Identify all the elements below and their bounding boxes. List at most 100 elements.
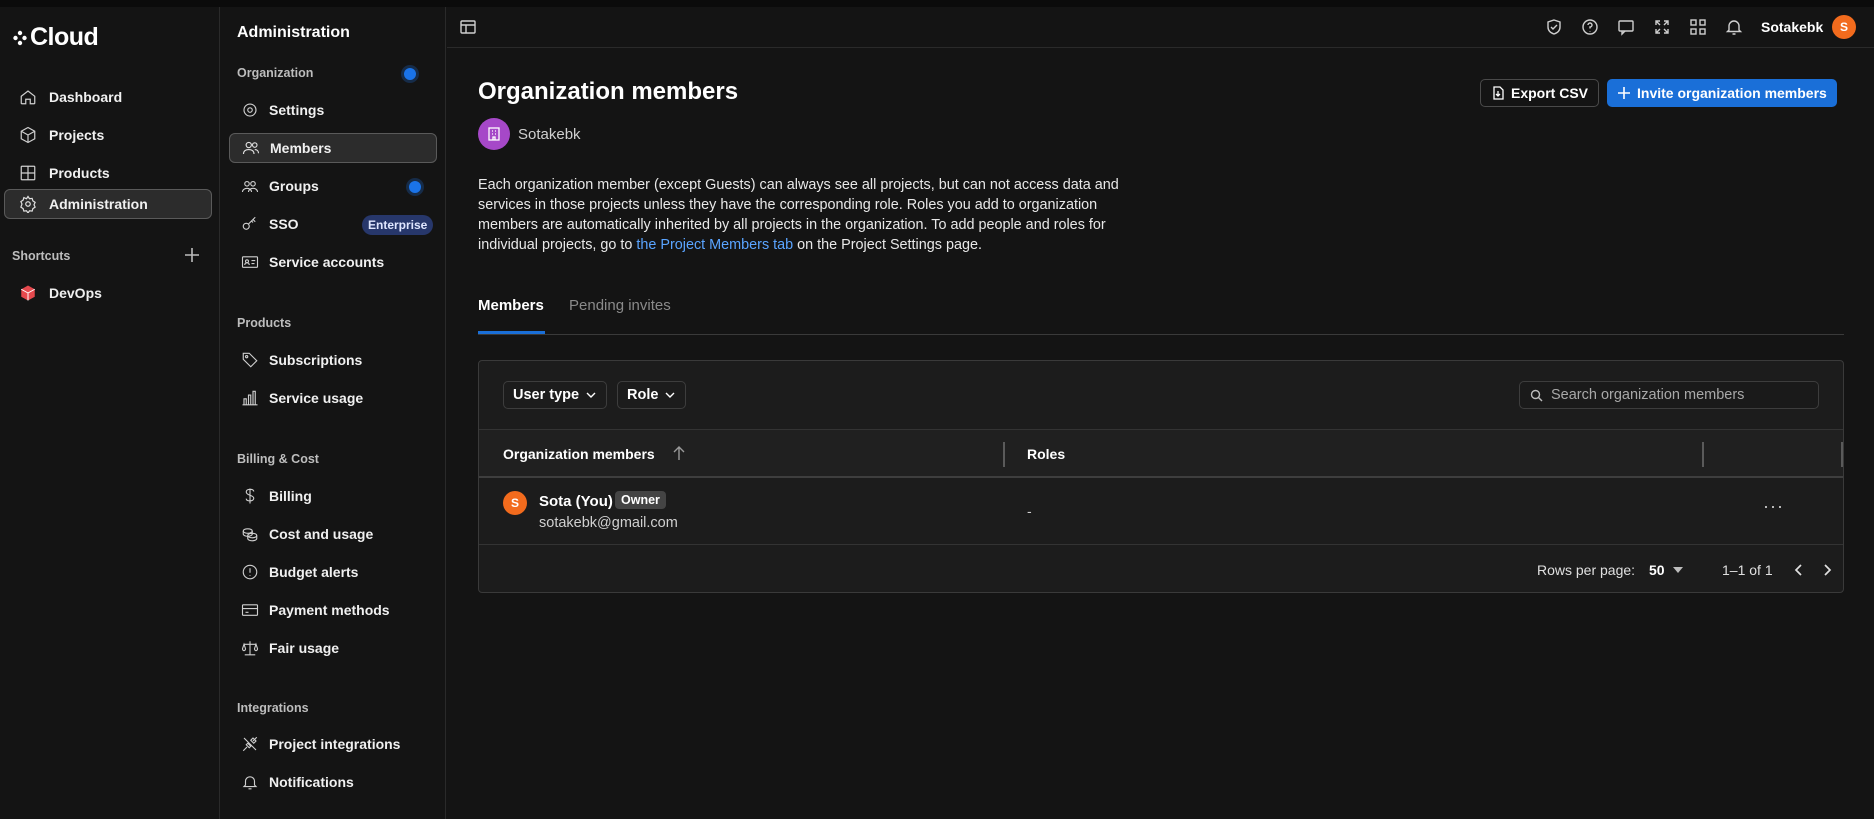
tab-pending-invites[interactable]: Pending invites	[569, 297, 671, 314]
page-description: Each organization member (except Guests)…	[478, 175, 1158, 255]
active-tab-indicator	[478, 331, 545, 334]
apps-grid-icon[interactable]	[1689, 18, 1707, 36]
home-icon	[20, 90, 36, 105]
admin-item-groups[interactable]: Groups	[229, 171, 437, 201]
more-actions-icon[interactable]: ···	[1763, 496, 1784, 517]
gear-icon	[20, 195, 36, 213]
admin-item-sso[interactable]: SSO Enterprise	[229, 209, 437, 239]
logo-text: Cloud	[30, 23, 99, 51]
enterprise-badge: Enterprise	[362, 215, 434, 235]
admin-item-project-integrations[interactable]: Project integrations	[229, 729, 437, 759]
admin-item-label: Project integrations	[269, 736, 401, 752]
help-icon[interactable]	[1581, 18, 1599, 36]
nav-item-projects[interactable]: Projects	[5, 120, 212, 150]
member-tabs: Members Pending invites	[478, 287, 1844, 335]
admin-item-members[interactable]: Members	[229, 133, 437, 163]
rows-per-page-label: Rows per page:	[1537, 562, 1636, 578]
description-text-2: on the Project Settings page.	[793, 237, 982, 253]
table-header: Organization members Roles	[479, 429, 1843, 478]
nav-item-administration[interactable]: Administration	[4, 189, 212, 219]
cloud-logo[interactable]: Cloud	[12, 23, 99, 52]
admin-item-settings[interactable]: Settings	[229, 95, 437, 125]
admin-title: Administration	[237, 24, 350, 41]
column-resizer[interactable]	[1841, 442, 1843, 467]
admin-item-subscriptions[interactable]: Subscriptions	[229, 345, 437, 375]
member-avatar: S	[503, 491, 527, 515]
sort-ascending-icon[interactable]	[672, 445, 686, 461]
member-search[interactable]	[1519, 381, 1819, 409]
section-integrations: Integrations	[237, 701, 309, 715]
column-header-members[interactable]: Organization members	[503, 446, 655, 462]
add-shortcut-icon[interactable]	[182, 245, 202, 265]
admin-item-service-usage[interactable]: Service usage	[229, 383, 437, 413]
coins-icon	[242, 528, 258, 542]
section-products: Products	[237, 316, 292, 330]
admin-item-label: Subscriptions	[269, 352, 363, 368]
export-csv-button[interactable]: Export CSV	[1480, 79, 1600, 107]
nav-item-label: Products	[49, 165, 110, 181]
bell-icon[interactable]	[1725, 18, 1743, 36]
nav-item-label: Projects	[49, 127, 105, 143]
user-type-filter[interactable]: User type	[503, 381, 608, 409]
scale-icon	[241, 641, 259, 656]
admin-item-notifications[interactable]: Notifications	[229, 767, 437, 797]
user-type-filter-label: User type	[513, 387, 580, 403]
top-strip	[0, 0, 1874, 7]
admin-item-payment-methods[interactable]: Payment methods	[229, 595, 437, 625]
admin-item-cost-usage[interactable]: Cost and usage	[229, 519, 437, 549]
search-icon	[1530, 389, 1543, 401]
gear-icon	[243, 103, 257, 117]
fullscreen-icon[interactable]	[1653, 18, 1671, 36]
devops-icon	[21, 285, 35, 301]
bar-chart-icon	[242, 390, 258, 406]
role-filter[interactable]: Role	[617, 381, 687, 409]
members-table-card: User type Role Organization members Role…	[478, 360, 1844, 593]
tab-members[interactable]: Members	[478, 297, 544, 314]
sidebar-toggle-icon[interactable]	[459, 18, 477, 36]
pagination-range: 1–1 of 1	[1722, 562, 1773, 578]
grid-icon	[20, 165, 36, 181]
credit-card-icon	[241, 604, 259, 616]
admin-item-label: Service accounts	[269, 254, 385, 270]
invite-members-button[interactable]: Invite organization members	[1607, 79, 1837, 107]
nav-item-dashboard[interactable]: Dashboard	[5, 82, 212, 112]
admin-item-label: Payment methods	[269, 602, 390, 618]
id-card-icon	[241, 256, 259, 268]
project-members-link[interactable]: the Project Members tab	[636, 237, 793, 253]
search-input[interactable]	[1551, 387, 1811, 403]
role-filter-label: Role	[627, 387, 659, 403]
header-username[interactable]: Sotakebk	[1761, 19, 1823, 35]
admin-item-label: Service usage	[269, 390, 364, 406]
admin-item-billing[interactable]: Billing	[229, 481, 437, 511]
admin-item-label: Cost and usage	[269, 526, 374, 542]
admin-sidebar: Administration Organization Settings Mem…	[221, 7, 446, 819]
admin-item-label: Budget alerts	[269, 564, 359, 580]
user-avatar[interactable]: S	[1832, 15, 1856, 39]
column-header-roles[interactable]: Roles	[1027, 446, 1065, 462]
column-resizer[interactable]	[1702, 442, 1704, 467]
chevron-left-icon[interactable]	[1789, 560, 1809, 580]
section-billing: Billing & Cost	[237, 452, 319, 466]
rows-per-page-select[interactable]: 50	[1649, 562, 1683, 578]
shortcut-devops[interactable]: DevOps	[5, 278, 212, 308]
admin-item-label: Settings	[269, 102, 325, 118]
caret-down-icon	[1672, 567, 1683, 573]
table-pagination: Rows per page: 50 1–1 of 1	[479, 546, 1843, 592]
chevron-right-icon[interactable]	[1817, 560, 1837, 580]
shield-check-icon[interactable]	[1545, 18, 1563, 36]
shortcuts-heading: Shortcuts	[12, 249, 71, 263]
users-icon	[242, 141, 260, 155]
member-name: Sota (You)	[539, 493, 613, 510]
rows-per-page-value: 50	[1649, 562, 1665, 578]
admin-item-label: SSO	[269, 216, 299, 232]
column-resizer[interactable]	[1003, 442, 1005, 467]
admin-item-service-accounts[interactable]: Service accounts	[229, 247, 437, 277]
feedback-icon[interactable]	[1617, 18, 1635, 36]
bell-icon	[242, 776, 258, 790]
file-export-icon	[1493, 86, 1504, 100]
main-nav: Cloud Dashboard Projects Products Admini…	[0, 7, 220, 819]
admin-item-fair-usage[interactable]: Fair usage	[229, 633, 437, 663]
admin-item-budget-alerts[interactable]: Budget alerts	[229, 557, 437, 587]
table-row[interactable]: S Sota (You) Owner sotakebk@gmail.com - …	[479, 478, 1843, 545]
nav-item-products[interactable]: Products	[5, 158, 212, 188]
